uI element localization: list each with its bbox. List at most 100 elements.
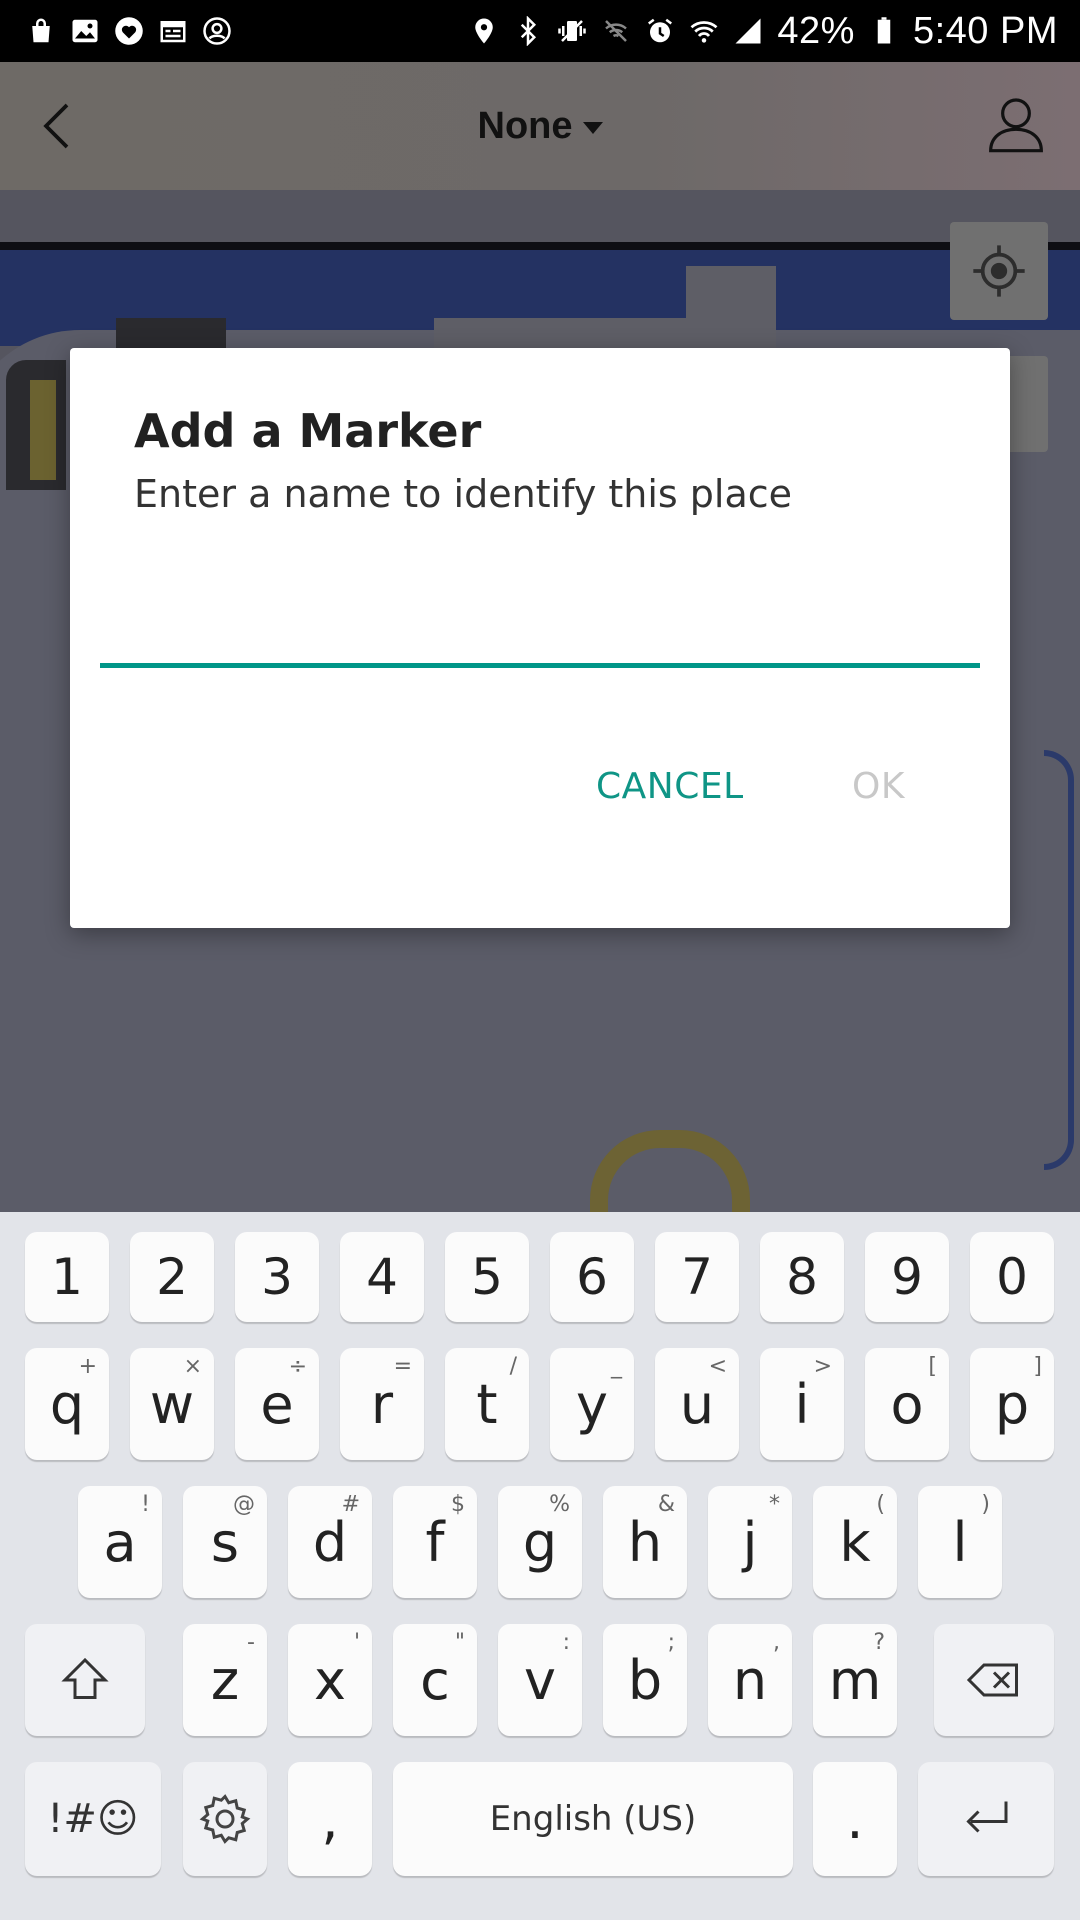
key-o-label: o bbox=[890, 1372, 924, 1436]
key-q-hint: + bbox=[78, 1354, 97, 1379]
comma-key[interactable]: , bbox=[288, 1762, 372, 1876]
chevron-left-icon bbox=[43, 103, 69, 149]
key-r[interactable]: r = bbox=[340, 1348, 424, 1460]
key-m-label: m bbox=[828, 1648, 882, 1712]
spacebar[interactable]: English (US) bbox=[393, 1762, 793, 1876]
wifi-icon bbox=[689, 16, 719, 46]
key-k-hint: ( bbox=[876, 1492, 885, 1517]
key-t[interactable]: t / bbox=[445, 1348, 529, 1460]
floor-selector-label: None bbox=[477, 104, 573, 147]
key-1[interactable]: 1 bbox=[25, 1232, 109, 1322]
key-y[interactable]: y _ bbox=[550, 1348, 634, 1460]
locate-button[interactable] bbox=[950, 222, 1048, 320]
gear-icon bbox=[199, 1794, 251, 1844]
key-h[interactable]: h & bbox=[603, 1486, 687, 1598]
key-s[interactable]: s @ bbox=[183, 1486, 267, 1598]
key-u-label: u bbox=[679, 1372, 715, 1436]
heart-icon bbox=[114, 16, 144, 46]
key-m-hint: ? bbox=[873, 1630, 885, 1655]
location-icon bbox=[469, 16, 499, 46]
key-w-label: w bbox=[149, 1372, 195, 1436]
app-header: None bbox=[0, 62, 1080, 190]
key-d[interactable]: d # bbox=[288, 1486, 372, 1598]
account-circle-icon bbox=[202, 16, 232, 46]
key-7[interactable]: 7 bbox=[655, 1232, 739, 1322]
key-v-hint: : bbox=[562, 1630, 570, 1655]
key-a[interactable]: a! bbox=[78, 1486, 162, 1598]
floor-selector[interactable]: None bbox=[478, 105, 603, 148]
key-k[interactable]: k( bbox=[813, 1486, 897, 1598]
key-c[interactable]: c " bbox=[393, 1624, 477, 1736]
key-r-label: r bbox=[370, 1372, 394, 1436]
key-e[interactable]: e ÷ bbox=[235, 1348, 319, 1460]
shopping-bag-icon bbox=[26, 16, 56, 46]
key-s-label: s bbox=[210, 1510, 240, 1574]
key-9[interactable]: 9 bbox=[865, 1232, 949, 1322]
key-4[interactable]: 4 bbox=[340, 1232, 424, 1322]
key-w[interactable]: w × bbox=[130, 1348, 214, 1460]
key-u[interactable]: u < bbox=[655, 1348, 739, 1460]
key-m[interactable]: m? bbox=[813, 1624, 897, 1736]
bluetooth-icon bbox=[513, 16, 543, 46]
status-left-icons bbox=[26, 16, 232, 46]
key-x[interactable]: x ' bbox=[288, 1624, 372, 1736]
key-d-hint: # bbox=[341, 1492, 360, 1517]
key-v-label: v bbox=[524, 1648, 556, 1712]
map-boundary bbox=[1044, 750, 1074, 1170]
status-right-icons: 42% 5:40 PM bbox=[469, 10, 1058, 53]
shift-key[interactable] bbox=[25, 1624, 145, 1736]
dialog-title: Add a Marker bbox=[134, 404, 482, 458]
key-s-hint: @ bbox=[233, 1492, 255, 1517]
signal-off-icon bbox=[601, 16, 631, 46]
key-i-label: i bbox=[794, 1372, 810, 1436]
symbols-key[interactable]: !#☺ bbox=[25, 1762, 161, 1876]
period-key-label: . bbox=[846, 1787, 864, 1851]
key-j-label: j bbox=[742, 1510, 758, 1574]
battery-icon bbox=[869, 16, 899, 46]
key-c-hint: " bbox=[454, 1630, 465, 1655]
key-f-hint: $ bbox=[451, 1492, 465, 1517]
key-f-label: f bbox=[425, 1510, 445, 1574]
caret-down-icon bbox=[582, 122, 603, 134]
key-5[interactable]: 5 bbox=[445, 1232, 529, 1322]
key-0[interactable]: 0 bbox=[970, 1232, 1054, 1322]
key-8[interactable]: 8 bbox=[760, 1232, 844, 1322]
key-z[interactable]: z- bbox=[183, 1624, 267, 1736]
key-o[interactable]: o[ bbox=[865, 1348, 949, 1460]
key-z-hint: - bbox=[247, 1630, 255, 1655]
battery-percent: 42% bbox=[777, 9, 855, 52]
crosshair-icon bbox=[973, 245, 1025, 297]
settings-key[interactable] bbox=[183, 1762, 267, 1876]
key-b[interactable]: b; bbox=[603, 1624, 687, 1736]
key-g[interactable]: g% bbox=[498, 1486, 582, 1598]
profile-button[interactable] bbox=[984, 92, 1048, 156]
key-2[interactable]: 2 bbox=[130, 1232, 214, 1322]
key-y-label: y bbox=[576, 1372, 608, 1436]
key-l[interactable]: l) bbox=[918, 1486, 1002, 1598]
map-path bbox=[30, 380, 56, 480]
key-b-hint: ; bbox=[667, 1630, 675, 1655]
key-d-label: d bbox=[312, 1510, 348, 1574]
key-q[interactable]: q + bbox=[25, 1348, 109, 1460]
key-n-label: n bbox=[732, 1648, 768, 1712]
key-n-hint: , bbox=[773, 1630, 780, 1655]
key-3[interactable]: 3 bbox=[235, 1232, 319, 1322]
key-g-label: g bbox=[522, 1510, 558, 1574]
key-6[interactable]: 6 bbox=[550, 1232, 634, 1322]
period-key[interactable]: . bbox=[813, 1762, 897, 1876]
backspace-key[interactable] bbox=[934, 1624, 1054, 1736]
vibrate-icon bbox=[557, 16, 587, 46]
key-l-hint: ) bbox=[981, 1492, 990, 1517]
key-n[interactable]: n, bbox=[708, 1624, 792, 1736]
key-f[interactable]: f $ bbox=[393, 1486, 477, 1598]
ok-button[interactable]: OK bbox=[852, 766, 905, 807]
key-p[interactable]: p] bbox=[970, 1348, 1054, 1460]
key-i[interactable]: i > bbox=[760, 1348, 844, 1460]
back-button[interactable] bbox=[32, 98, 88, 154]
cancel-button[interactable]: CANCEL bbox=[596, 766, 744, 807]
key-b-label: b bbox=[627, 1648, 663, 1712]
enter-key[interactable] bbox=[918, 1762, 1054, 1876]
key-j[interactable]: j * bbox=[708, 1486, 792, 1598]
marker-name-input[interactable] bbox=[100, 578, 980, 668]
key-v[interactable]: v: bbox=[498, 1624, 582, 1736]
